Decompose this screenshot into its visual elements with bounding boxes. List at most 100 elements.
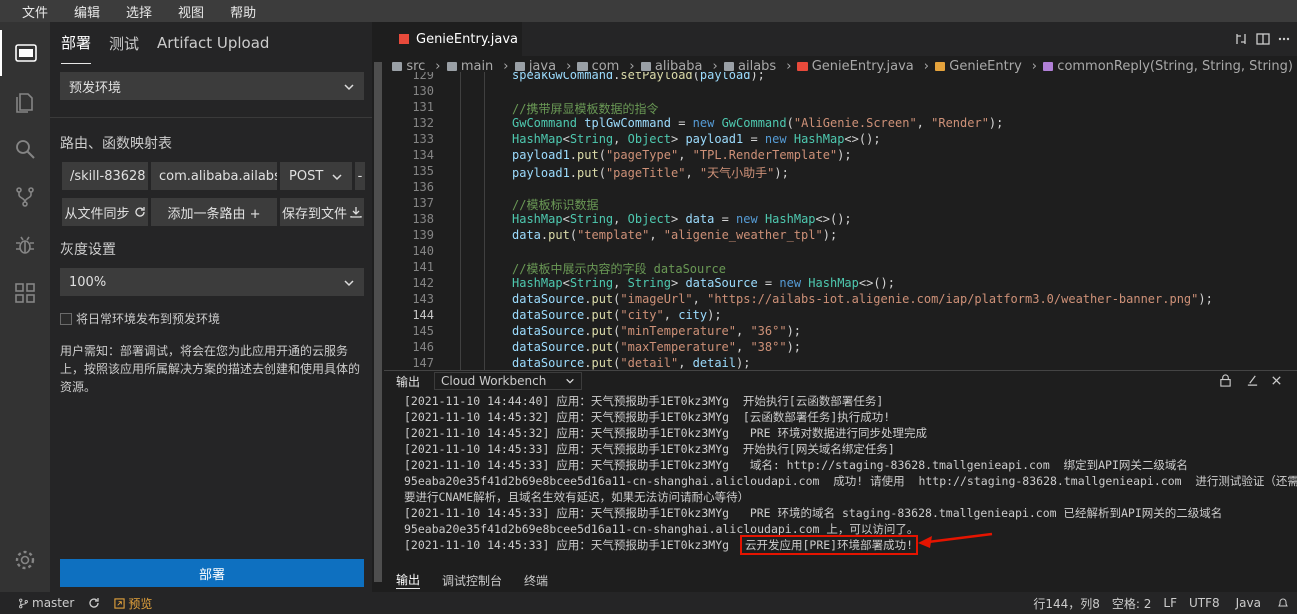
code-area[interactable]: 129 speakGwCommand.setPayload(payload); 13… [384, 72, 1297, 370]
code-line[interactable]: dataSource.put("maxTemperature", "38°"); [512, 340, 801, 354]
gear-icon [15, 550, 35, 570]
env-select[interactable]: 预发环境 [60, 72, 364, 100]
line-number: 140 [412, 244, 434, 258]
notification-icon[interactable] [1277, 597, 1289, 609]
editor-tab-genieentry[interactable]: GenieEntry.java [384, 22, 522, 56]
code-line[interactable]: speakGwCommand.setPayload(payload); [512, 72, 765, 82]
gray-settings-title: 灰度设置 [60, 242, 116, 258]
log-line: 95eaba20e35f41d2b69e8bcee5d16a11-cn-shan… [404, 474, 1297, 488]
branch-icon [19, 598, 28, 608]
deploy-button[interactable]: 部署 [60, 559, 364, 587]
split-editor-icon[interactable] [1256, 32, 1270, 46]
route-remove-button[interactable]: - [355, 162, 365, 190]
output-channel-select[interactable]: Cloud Workbench [434, 372, 583, 390]
code-line[interactable]: //模板中展示内容的字段 dataSource [512, 260, 726, 277]
activity-search[interactable] [0, 126, 50, 172]
folder-icon [640, 61, 651, 71]
code-line[interactable]: HashMap<String, String> dataSource = new… [512, 276, 895, 290]
compare-icon[interactable] [1234, 32, 1248, 46]
code-line[interactable]: payload1.put("pageTitle", "天气小助手"); [512, 164, 789, 181]
sync-icon[interactable] [88, 597, 100, 609]
panel-scrollbar[interactable] [372, 22, 384, 592]
activity-settings[interactable] [0, 537, 50, 583]
search-icon [16, 140, 35, 159]
add-route-button[interactable]: 添加一条路由 + [151, 198, 277, 226]
code-line[interactable]: dataSource.put("detail", detail); [512, 356, 750, 370]
menu-edit[interactable]: 编辑 [74, 2, 100, 21]
code-line[interactable]: HashMap<String, Object> data = new HashM… [512, 212, 852, 226]
ide-window: 文件 编辑 选择 视图 帮助 部署 测试 Artifact Upload 预发环… [0, 0, 1297, 614]
code-line[interactable]: dataSource.put("city", city); [512, 308, 722, 322]
tab-terminal[interactable]: 终端 [524, 572, 548, 589]
route-handler-input[interactable]: com.alibaba.ailabs [151, 162, 277, 190]
activity-debug[interactable] [0, 222, 50, 268]
gray-select[interactable]: 100% [60, 268, 364, 296]
branch-name[interactable]: master [32, 596, 74, 610]
menu-bar: 文件 编辑 选择 视图 帮助 [0, 0, 1297, 22]
code-editor: GenieEntry.java src › main › java › com › alibab… [384, 22, 1297, 370]
chevron-down-icon [344, 84, 354, 91]
class-icon [934, 61, 946, 71]
code-line[interactable]: dataSource.put("minTemperature", "36°"); [512, 324, 801, 338]
menu-file[interactable]: 文件 [22, 2, 48, 21]
code-line[interactable]: HashMap<String, Object> payload1 = new H… [512, 132, 881, 146]
line-number: 135 [412, 164, 434, 178]
line-number: 143 [412, 292, 434, 306]
menu-view[interactable]: 视图 [178, 2, 204, 21]
clear-output-icon[interactable] [1246, 374, 1259, 387]
activity-explorer[interactable] [0, 80, 50, 126]
activity-deploy[interactable] [0, 30, 50, 76]
publish-checkbox[interactable] [60, 312, 72, 325]
folder-icon [577, 61, 588, 71]
route-path-input[interactable]: /skill-83628 [62, 162, 148, 190]
activity-scm[interactable] [0, 174, 50, 220]
menu-help[interactable]: 帮助 [230, 2, 256, 21]
tab-debug-console[interactable]: 调试控制台 [442, 572, 502, 589]
sync-from-file-button[interactable]: 从文件同步 [62, 198, 148, 226]
line-number: 146 [412, 340, 434, 354]
tab-output[interactable]: 输出 [396, 571, 421, 589]
save-to-file-button[interactable]: 保存到文件 [280, 198, 364, 226]
line-number: 144 [412, 308, 434, 322]
code-line[interactable]: dataSource.put("imageUrl", "https://aila… [512, 292, 1213, 306]
activity-extensions[interactable] [0, 270, 50, 316]
preview-button[interactable]: 预览 [128, 595, 152, 612]
indent-guide [460, 72, 461, 370]
scrollbar-thumb[interactable] [374, 62, 382, 582]
line-number: 136 [412, 180, 434, 194]
deploy-success-message: 云开发应用[PRE]环境部署成功! [739, 535, 919, 555]
java-file-icon [797, 61, 808, 71]
code-line[interactable]: payload1.put("pageType", "TPL.RenderTemp… [512, 148, 852, 162]
line-number: 130 [412, 84, 434, 98]
chevron-down-icon [344, 280, 354, 287]
line-ending[interactable]: LF [1163, 596, 1177, 610]
more-actions-icon[interactable] [1277, 32, 1291, 46]
tab-test[interactable]: 测试 [109, 22, 139, 64]
log-line-prefix: [2021-11-10 14:45:33] 应用：天气预报助手1ET0kz3MY… [404, 538, 736, 552]
log-line: [2021-11-10 14:45:33] 应用：天气预报助手1ET0kz3MY… [404, 442, 895, 456]
indentation[interactable]: 空格: 2 [1112, 595, 1152, 612]
tab-artifact-upload[interactable]: Artifact Upload [157, 22, 269, 64]
log-line: 要进行CNAME解析，且域名生效有延迟，如果无法访问请耐心等待） [404, 490, 750, 504]
language-mode[interactable]: Java [1236, 596, 1261, 610]
route-table-title: 路由、函数映射表 [60, 136, 172, 152]
lock-icon[interactable] [1219, 374, 1232, 387]
chevron-down-icon [332, 174, 342, 181]
cursor-position[interactable]: 行144，列8 [1033, 595, 1100, 612]
source-control-icon [16, 187, 34, 207]
close-icon[interactable] [1270, 374, 1283, 387]
route-method-select[interactable]: POST [280, 162, 352, 190]
line-number: 131 [412, 100, 434, 114]
line-number: 129 [412, 72, 434, 82]
route-method-value: POST [289, 168, 324, 184]
indent-guide [484, 72, 485, 370]
tab-deploy[interactable]: 部署 [61, 22, 92, 64]
menu-select[interactable]: 选择 [126, 2, 152, 21]
code-line[interactable]: //模板标识数据 [512, 196, 598, 213]
code-line[interactable]: GwCommand tplGwCommand = new GwCommand("… [512, 116, 1003, 130]
encoding[interactable]: UTF8 [1189, 596, 1220, 610]
line-number: 132 [412, 116, 434, 130]
deploy-icon [15, 44, 37, 62]
code-line[interactable]: //携带屏显模板数据的指令 [512, 100, 658, 117]
code-line[interactable]: data.put("template", "aligenie_weather_t… [512, 228, 837, 242]
